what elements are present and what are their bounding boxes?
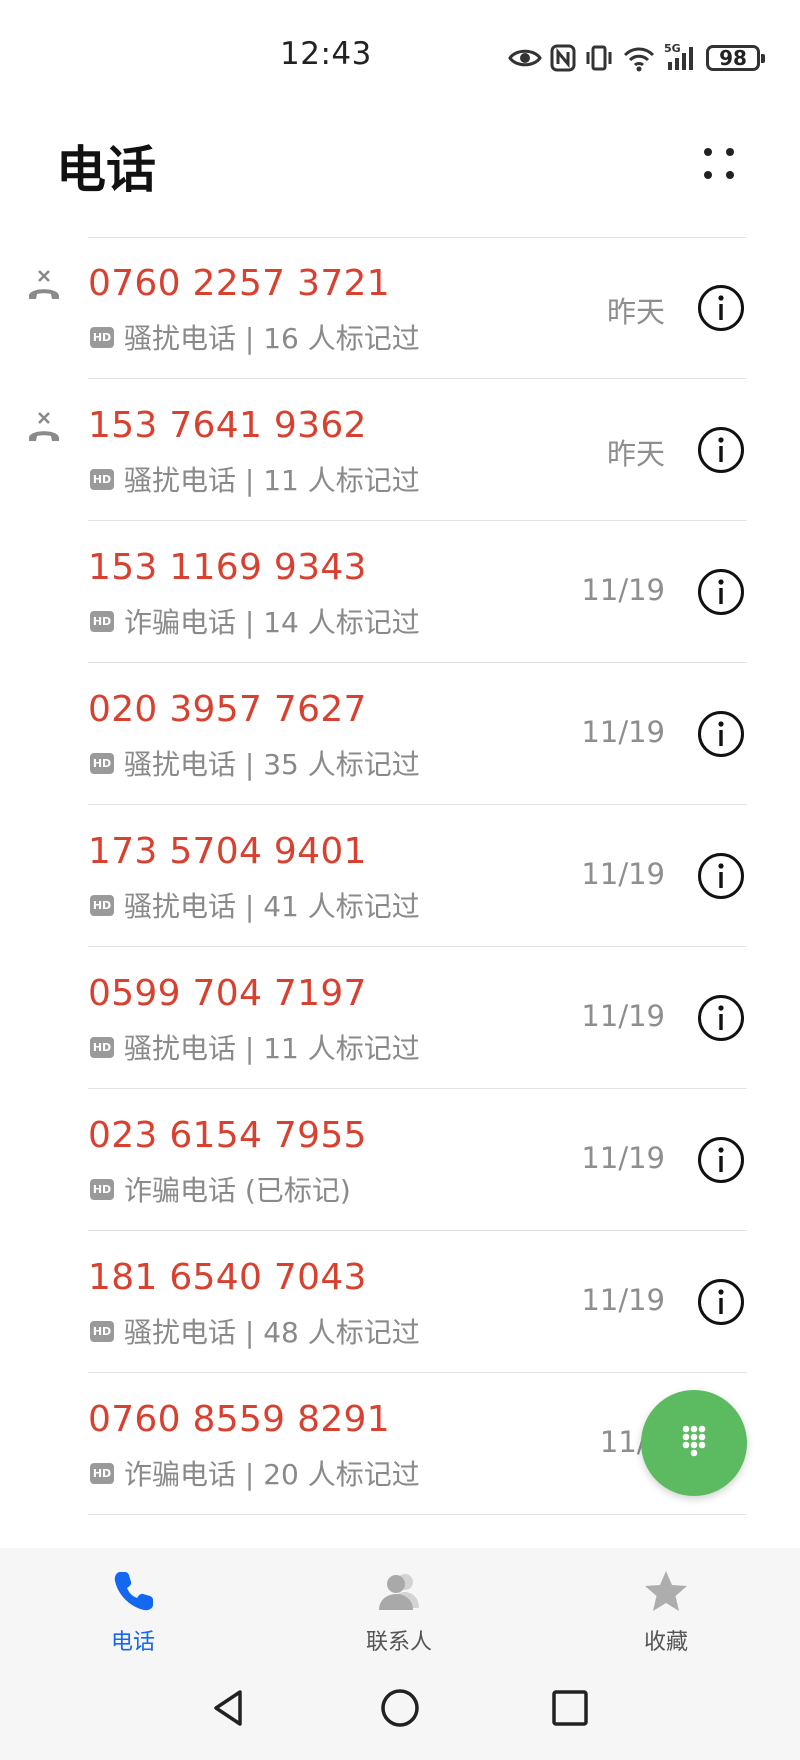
call-log-row[interactable]: 0599 704 7197 HD 骚扰电话 | 11 人标记过 11/19 xyxy=(0,947,800,1089)
info-icon[interactable] xyxy=(697,852,745,900)
missed-call-icon xyxy=(29,412,59,441)
dialpad-icon xyxy=(682,1425,706,1457)
home-icon[interactable] xyxy=(378,1686,422,1730)
call-description: 骚扰电话 | 35 人标记过 xyxy=(124,748,420,781)
call-date: 11/19 xyxy=(581,999,665,1033)
call-number: 173 5704 9401 xyxy=(88,831,367,872)
call-description: 骚扰电话 | 11 人标记过 xyxy=(124,1032,420,1065)
call-number: 023 6154 7955 xyxy=(88,1115,367,1156)
call-log-row[interactable]: 181 6540 7043 HD 骚扰电话 | 48 人标记过 11/19 xyxy=(0,1231,800,1373)
eye-icon xyxy=(508,49,542,67)
hd-badge: HD xyxy=(90,610,114,632)
call-description: 诈骗电话 (已标记) xyxy=(124,1174,351,1207)
call-date: 11/19 xyxy=(581,1283,665,1317)
call-number: 153 7641 9362 xyxy=(88,405,367,446)
call-date: 11/19 xyxy=(581,715,665,749)
call-date: 11/19 xyxy=(581,573,665,607)
hd-badge: HD xyxy=(90,1320,114,1342)
info-icon[interactable] xyxy=(697,426,745,474)
system-navigation-bar xyxy=(0,1656,800,1760)
call-subtitle: HD 骚扰电话 | 35 人标记过 xyxy=(90,743,420,783)
call-subtitle: HD 诈骗电话 (已标记) xyxy=(90,1169,351,1209)
tab-phone-label: 电话 xyxy=(110,1630,155,1655)
call-subtitle: HD 骚扰电话 | 16 人标记过 xyxy=(90,317,420,357)
battery-level: 98 xyxy=(719,46,747,70)
call-subtitle: HD 骚扰电话 | 48 人标记过 xyxy=(90,1311,420,1351)
call-number: 020 3957 7627 xyxy=(88,689,367,730)
call-log-row[interactable]: 023 6154 7955 HD 诈骗电话 (已标记) 11/19 xyxy=(0,1089,800,1231)
call-log-list: 0760 2257 3721 HD 骚扰电话 | 16 人标记过 昨天 153 7641… xyxy=(0,237,800,1515)
call-date: 11/19 xyxy=(581,1141,665,1175)
call-subtitle: HD 诈骗电话 | 20 人标记过 xyxy=(90,1453,420,1493)
status-icons: 5G 98 xyxy=(508,38,765,78)
call-number: 0760 2257 3721 xyxy=(88,263,390,304)
more-options-button[interactable] xyxy=(690,138,746,194)
back-icon[interactable] xyxy=(208,1686,252,1730)
contacts-icon xyxy=(379,1574,419,1610)
call-description: 骚扰电话 | 11 人标记过 xyxy=(124,464,420,497)
vibrate-icon xyxy=(586,45,612,71)
info-icon[interactable] xyxy=(697,568,745,616)
hd-badge: HD xyxy=(90,894,114,916)
hd-badge: HD xyxy=(90,468,114,490)
call-description: 骚扰电话 | 41 人标记过 xyxy=(124,890,420,923)
status-bar: 12:43 5G 98 xyxy=(0,0,800,110)
info-icon[interactable] xyxy=(697,994,745,1042)
call-date: 昨天 xyxy=(606,295,665,329)
call-date: 昨天 xyxy=(606,437,665,471)
call-number: 0760 8559 8291 xyxy=(88,1399,390,1440)
bottom-navigation: 电话 联系人 收藏 xyxy=(0,1548,800,1656)
call-description: 诈骗电话 | 20 人标记过 xyxy=(124,1458,420,1491)
hd-badge: HD xyxy=(90,1178,114,1200)
status-time: 12:43 xyxy=(280,36,372,72)
call-log-row[interactable]: 0760 2257 3721 HD 骚扰电话 | 16 人标记过 昨天 xyxy=(0,237,800,379)
wifi-icon xyxy=(623,47,655,72)
info-icon[interactable] xyxy=(697,1278,745,1326)
signal-icon: 5G xyxy=(664,42,698,72)
more-dots-icon xyxy=(690,138,746,194)
hd-badge: HD xyxy=(90,1036,114,1058)
missed-call-icon xyxy=(29,270,59,299)
tab-contacts-label: 联系人 xyxy=(365,1630,432,1655)
hd-badge: HD xyxy=(90,1462,114,1484)
info-icon[interactable] xyxy=(697,710,745,758)
call-log-row[interactable]: 020 3957 7627 HD 骚扰电话 | 35 人标记过 11/19 xyxy=(0,663,800,805)
call-description: 骚扰电话 | 48 人标记过 xyxy=(124,1316,420,1349)
call-number: 0599 704 7197 xyxy=(88,973,367,1014)
call-description: 诈骗电话 | 14 人标记过 xyxy=(124,606,420,639)
call-log-row[interactable]: 173 5704 9401 HD 骚扰电话 | 41 人标记过 11/19 xyxy=(0,805,800,947)
call-log-row[interactable]: 153 1169 9343 HD 诈骗电话 | 14 人标记过 11/19 xyxy=(0,521,800,663)
call-number: 153 1169 9343 xyxy=(88,547,367,588)
call-subtitle: HD 骚扰电话 | 11 人标记过 xyxy=(90,1027,420,1067)
nfc-icon xyxy=(550,44,576,72)
call-subtitle: HD 骚扰电话 | 41 人标记过 xyxy=(90,885,420,925)
phone-icon xyxy=(114,1572,153,1611)
recents-icon[interactable] xyxy=(548,1686,592,1730)
call-date: 11/19 xyxy=(581,857,665,891)
info-icon[interactable] xyxy=(697,284,745,332)
hd-badge: HD xyxy=(90,752,114,774)
call-log-row[interactable]: 153 7641 9362 HD 骚扰电话 | 11 人标记过 昨天 xyxy=(0,379,800,521)
star-icon xyxy=(645,1571,687,1611)
page-title: 电话 xyxy=(56,141,156,199)
dialpad-button[interactable] xyxy=(641,1390,747,1496)
call-number: 181 6540 7043 xyxy=(88,1257,367,1298)
battery-icon: 98 xyxy=(706,45,765,71)
tab-favorites-label: 收藏 xyxy=(643,1630,688,1655)
hd-badge: HD xyxy=(90,326,114,348)
tab-contacts[interactable]: 联系人 xyxy=(339,1548,459,1656)
tab-phone[interactable]: 电话 xyxy=(73,1548,193,1656)
call-subtitle: HD 骚扰电话 | 11 人标记过 xyxy=(90,459,420,499)
call-description: 骚扰电话 | 16 人标记过 xyxy=(124,322,420,355)
tab-favorites[interactable]: 收藏 xyxy=(606,1548,726,1656)
call-subtitle: HD 诈骗电话 | 14 人标记过 xyxy=(90,601,420,641)
info-icon[interactable] xyxy=(697,1136,745,1184)
